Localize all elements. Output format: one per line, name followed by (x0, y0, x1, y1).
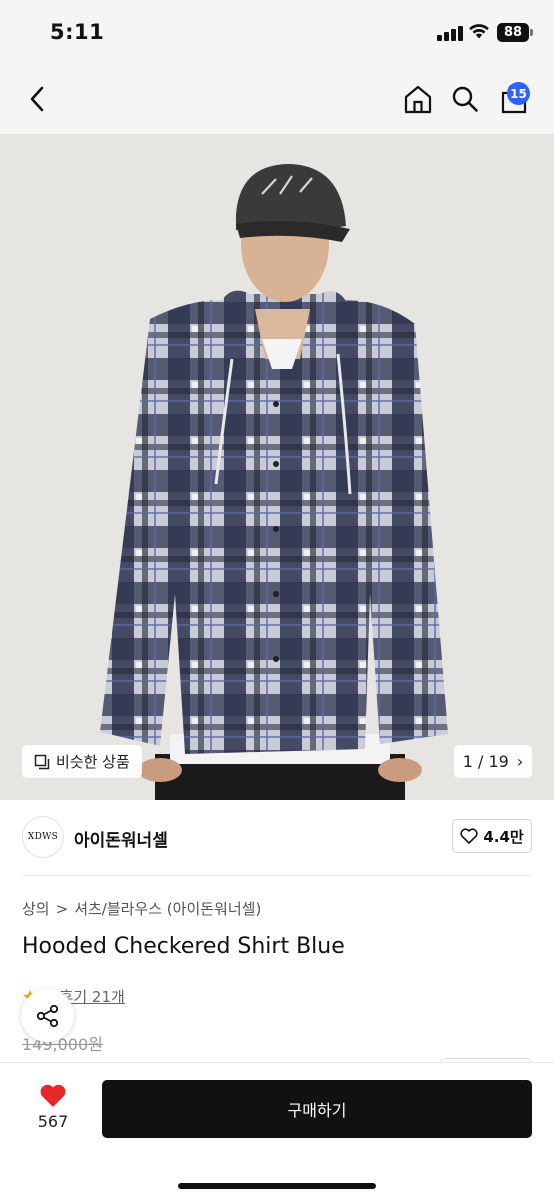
share-button[interactable] (21, 989, 74, 1042)
wishlist-count: 567 (37, 1112, 69, 1131)
similar-products-label: 비슷한 상품 (56, 753, 130, 771)
product-photo (0, 134, 554, 800)
chevron-left-icon (30, 86, 44, 112)
search-button[interactable] (443, 64, 487, 134)
similar-products-button[interactable]: 비슷한 상품 (22, 745, 142, 778)
search-icon (452, 86, 478, 112)
wishlist-button[interactable]: 567 (22, 1083, 84, 1141)
heart-filled-icon (40, 1084, 66, 1107)
nav-bar (0, 64, 554, 134)
product-image[interactable] (0, 134, 554, 800)
image-counter-button[interactable]: 1 / 19 › (454, 745, 532, 778)
divider (22, 875, 532, 876)
wifi-icon (469, 24, 489, 39)
back-button[interactable] (16, 64, 60, 134)
product-title: Hooded Checkered Shirt Blue (22, 934, 345, 959)
breadcrumb-subcategory[interactable]: 셔츠/블라우스 (아이돈워너셀) (74, 898, 261, 919)
cart-count-badge: 15 (507, 82, 530, 105)
image-counter: 1 / 19 (462, 752, 509, 771)
status-time: 5:11 (50, 20, 105, 44)
battery-icon: 88 (497, 23, 529, 42)
home-icon (404, 85, 432, 114)
breadcrumb-separator: > (55, 899, 69, 918)
buy-button[interactable]: 구매하기 (102, 1080, 532, 1138)
bottom-action-bar: 567 구매하기 (0, 1062, 554, 1200)
brand-name[interactable]: 아이돈워너셀 (74, 826, 168, 851)
share-icon (36, 1004, 58, 1027)
status-bar: 5:11 88 (0, 0, 554, 64)
chevron-right-icon: › (516, 752, 524, 771)
brand-logo[interactable]: XDWS (22, 816, 64, 858)
brand-row[interactable]: XDWS 아이돈워너셀 4.4만 (0, 800, 554, 876)
breadcrumb-category[interactable]: 상의 (22, 898, 50, 919)
brand-like-count: 4.4만 (483, 827, 524, 846)
copy-icon (34, 754, 50, 769)
home-indicator (178, 1183, 376, 1189)
breadcrumb: 상의 > 셔츠/블라우스 (아이돈워너셀) (22, 898, 261, 919)
heart-outline-icon (460, 828, 478, 844)
battery-tip (530, 29, 533, 36)
signal-icon (437, 25, 463, 41)
brand-like-button[interactable]: 4.4만 (452, 819, 532, 853)
home-button[interactable] (396, 64, 440, 134)
